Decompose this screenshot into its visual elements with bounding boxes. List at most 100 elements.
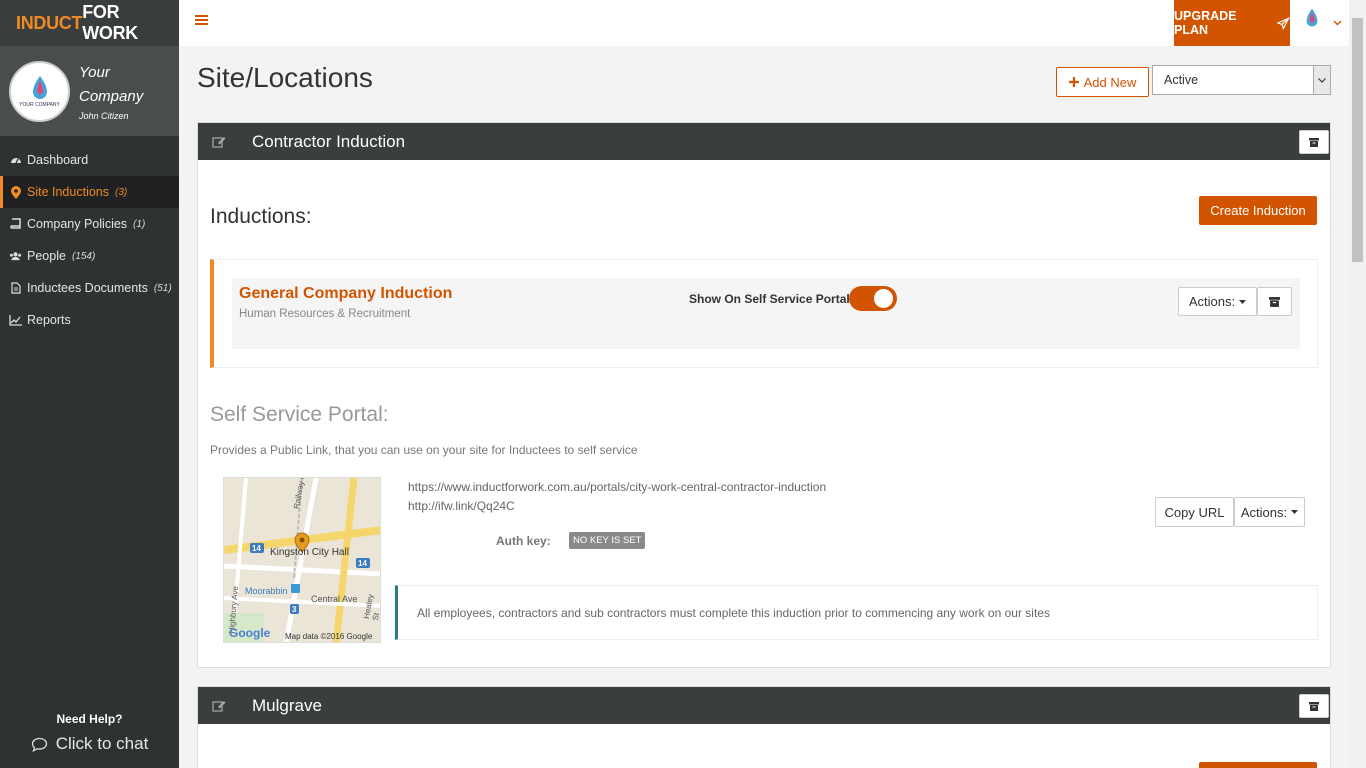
sidebar-item-count: (3) (115, 186, 128, 198)
book-icon (9, 218, 22, 231)
caret-down-icon (1291, 510, 1299, 514)
actions-label: Actions: (1188, 294, 1236, 309)
brand-logo[interactable]: INDUCT FOR WORK (0, 0, 179, 46)
company-logo-caption: YOUR COMPANY (19, 101, 60, 108)
archive-icon (1309, 701, 1319, 711)
archive-site-button[interactable] (1299, 694, 1329, 718)
sidebar-item-dashboard[interactable]: Dashboard (0, 144, 179, 176)
self-service-toggle[interactable] (849, 286, 897, 311)
caret-down-icon (1239, 299, 1247, 304)
scrollbar-thumb[interactable] (1352, 18, 1363, 262)
sidebar-item-reports[interactable]: Reports (0, 304, 179, 336)
status-filter-value: Active (1164, 73, 1199, 87)
map-station-label: Moorabbin (245, 586, 288, 596)
sidebar-item-label: Dashboard (27, 153, 89, 167)
create-induction-button-partial[interactable] (1199, 762, 1317, 768)
site-panel: Mulgrave (197, 686, 1331, 768)
edit-icon[interactable] (212, 135, 226, 149)
upgrade-plan-button[interactable]: UPGRADE PLAN (1174, 0, 1290, 46)
topbar: UPGRADE PLAN (179, 0, 1349, 46)
sidebar-item-count: (51) (153, 282, 172, 294)
user-name: John Citizen (79, 111, 129, 121)
select-chevron-icon (1313, 66, 1330, 94)
map-attribution: Map data ©2016 Google (285, 632, 373, 641)
sidebar-item-inductees-documents[interactable]: Inductees Documents (51) (0, 272, 179, 304)
upgrade-plan-label: UPGRADE PLAN (1174, 9, 1237, 37)
sidebar-item-label: Reports (27, 313, 71, 327)
archive-induction-button[interactable] (1257, 287, 1292, 316)
map-street-label: Healey St (362, 593, 381, 622)
map-provider-logo: Google (229, 626, 271, 640)
company-avatar: YOUR COMPANY (9, 60, 70, 122)
induction-note: All employees, contractors and sub contr… (395, 585, 1318, 640)
page-title: Site/Locations (197, 62, 373, 93)
chat-button[interactable]: Click to chat (0, 734, 179, 754)
chat-label: Click to chat (55, 734, 149, 753)
sidebar-item-company-policies[interactable]: Company Policies (1) (0, 208, 179, 240)
site-panel-header: Contractor Induction (198, 123, 1330, 160)
help-section: Need Help? Click to chat (0, 712, 179, 754)
user-company-logo-icon (1299, 8, 1325, 38)
archive-icon (1269, 296, 1280, 307)
map-street-label: Central Ave (311, 594, 358, 604)
sidebar-item-count: (1) (133, 218, 146, 230)
sidebar-item-people[interactable]: People (154) (0, 240, 179, 272)
induction-actions-dropdown[interactable]: Actions: (1178, 287, 1257, 316)
sidebar-item-count: (154) (71, 250, 96, 262)
sidebar-item-label: People (27, 249, 66, 263)
sidebar-item-site-inductions[interactable]: Site Inductions (3) (0, 176, 179, 208)
archive-site-button[interactable] (1299, 130, 1329, 154)
portal-url-long[interactable]: https://www.inductforwork.com.au/portals… (408, 480, 826, 494)
company-profile: YOUR COMPANY Your Company John Citizen (0, 46, 179, 136)
site-title: Mulgrave (252, 695, 322, 715)
archive-icon (1309, 137, 1319, 147)
edit-icon[interactable] (212, 699, 226, 713)
sidebar-nav: Dashboard Site Inductions (3) Company Po… (0, 144, 179, 336)
status-filter-select[interactable]: Active (1152, 65, 1331, 95)
inductions-heading: Inductions: (210, 205, 312, 228)
map-route-label-3: 3 (292, 605, 297, 614)
help-title: Need Help? (56, 712, 123, 726)
map-route-label-2: 14 (358, 559, 367, 568)
user-menu[interactable] (1299, 8, 1342, 38)
company-name: Your Company (79, 64, 144, 105)
induction-name-link[interactable]: General Company Induction (239, 285, 452, 303)
map-route-label: 14 (252, 544, 261, 553)
auth-key-badge: NO KEY IS SET (569, 532, 646, 549)
induction-department: Human Resources & Recruitment (239, 308, 411, 320)
portal-actions-dropdown[interactable]: Actions: (1234, 497, 1305, 527)
sidebar-item-label: Site Inductions (27, 185, 109, 199)
chart-icon (9, 314, 22, 327)
sidebar-item-label: Inductees Documents (27, 281, 148, 295)
brand-part-1: INDUCT (16, 12, 83, 33)
sidebar-item-label: Company Policies (27, 217, 128, 231)
map-pin-icon (9, 185, 22, 199)
toggle-knob (874, 289, 893, 308)
dashboard-icon (9, 154, 22, 167)
copy-url-button[interactable]: Copy URL (1155, 497, 1234, 527)
portal-url-short[interactable]: http://ifw.link/Qq24C (408, 499, 515, 513)
plus-icon (1068, 77, 1079, 87)
paper-plane-icon (1277, 16, 1290, 30)
auth-key-label: Auth key: (496, 534, 551, 548)
actions-label: Actions: (1240, 504, 1288, 520)
self-service-toggle-label: Show On Self Service Portal: (689, 292, 854, 306)
site-title: Contractor Induction (252, 131, 406, 151)
self-service-portal-description: Provides a Public Link, that you can use… (210, 443, 638, 457)
induction-card-body: General Company Induction Human Resource… (232, 278, 1300, 349)
company-logo-icon (32, 75, 47, 99)
menu-toggle-icon[interactable] (195, 15, 208, 29)
sidebar: INDUCT FOR WORK YOUR COMPANY Your Company… (0, 0, 179, 768)
create-induction-button[interactable]: Create Induction (1199, 196, 1317, 225)
site-location-map[interactable]: 14 14 3 Kingston City Hall Moorabbin Cen… (223, 477, 381, 643)
map-place-label: Kingston City Hall (270, 547, 349, 558)
add-new-label: Add New (1083, 74, 1137, 90)
page-scrollbar[interactable] (1349, 0, 1366, 768)
chat-icon (31, 737, 47, 752)
site-panel-header: Mulgrave (198, 687, 1330, 724)
induction-card: General Company Induction Human Resource… (210, 259, 1318, 368)
brand-part-2: FOR WORK (82, 2, 138, 43)
document-icon (9, 282, 22, 295)
chevron-down-icon (1333, 20, 1342, 26)
add-new-button[interactable]: Add New (1056, 67, 1149, 97)
